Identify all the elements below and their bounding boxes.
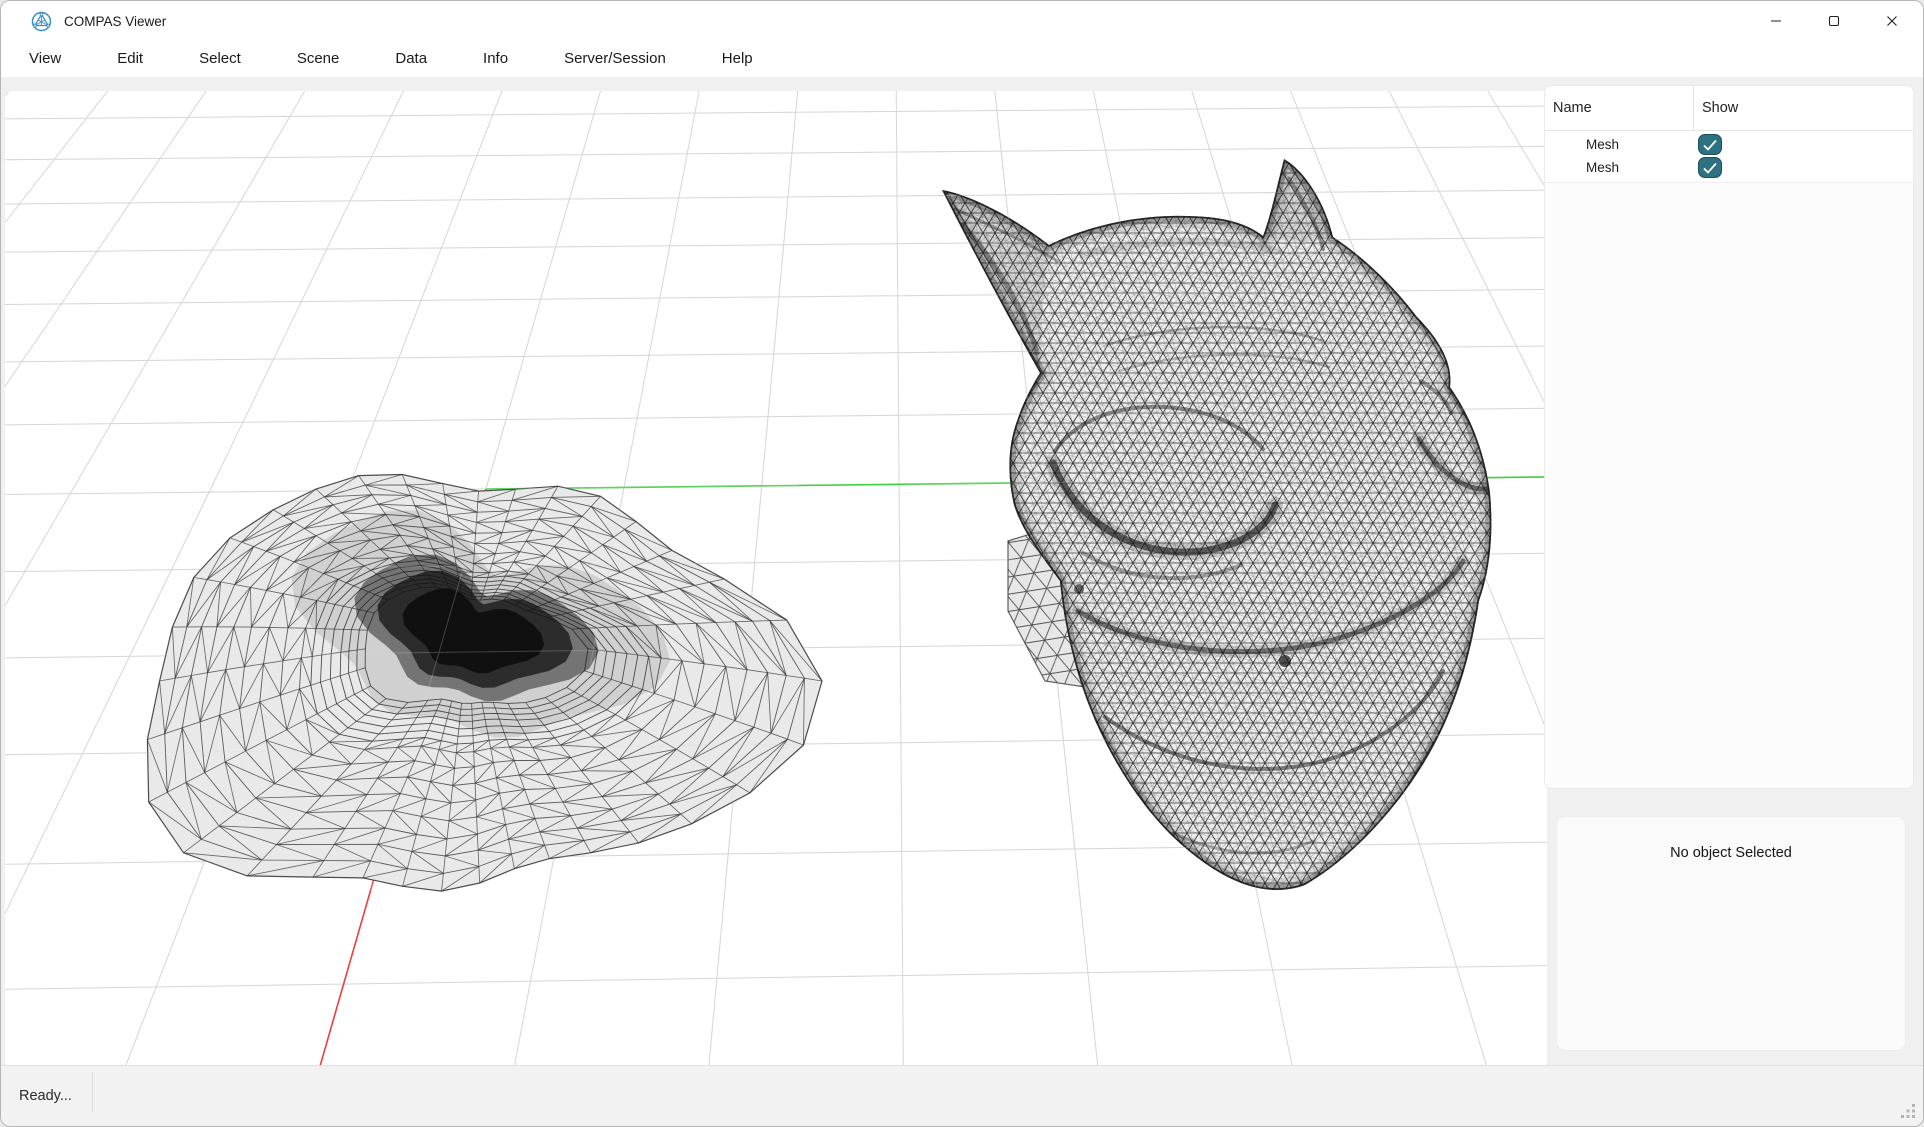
scene-tree-header: Name Show [1545,86,1913,131]
window-title: COMPAS Viewer [64,14,166,29]
column-header-show[interactable]: Show [1694,86,1913,130]
show-checkbox[interactable] [1698,157,1722,178]
menu-info[interactable]: Info [455,41,536,77]
menu-scene[interactable]: Scene [269,41,368,77]
menu-help[interactable]: Help [694,41,781,77]
status-bar: Ready... [1,1065,1923,1126]
viewport-3d[interactable] [5,91,1547,1067]
scene-tree-panel: Name Show Mesh Mesh [1544,85,1914,789]
column-header-name[interactable]: Name [1545,86,1694,130]
mesh-row-label[interactable]: Mesh [1545,160,1694,175]
menu-data[interactable]: Data [367,41,455,77]
check-icon [1701,138,1719,152]
viewport-scene [5,91,1547,1067]
scene-tree-rows: Mesh Mesh [1545,131,1913,183]
menu-select[interactable]: Select [171,41,269,77]
menu-edit[interactable]: Edit [89,41,171,77]
status-message: Ready... [19,1088,72,1104]
mesh-row-label[interactable]: Mesh [1545,137,1694,152]
title-bar[interactable]: COMPAS Viewer [1,1,1923,41]
maximize-icon [1828,15,1840,27]
resize-grip[interactable] [1901,1104,1916,1119]
compas-logo-icon [30,10,53,33]
close-icon [1886,15,1898,27]
status-separator [92,1072,93,1112]
object-inspector-panel: No object Selected [1556,816,1906,1051]
minimize-icon [1770,15,1782,27]
table-row[interactable]: Mesh [1545,133,1913,156]
minimize-button[interactable] [1747,1,1805,41]
menu-server-session[interactable]: Server/Session [536,41,694,77]
no-selection-message: No object Selected [1557,845,1905,861]
table-row[interactable]: Mesh [1545,156,1913,179]
menu-view[interactable]: View [1,41,89,77]
menu-bar: View Edit Select Scene Data Info Server/… [1,41,1923,77]
close-button[interactable] [1863,1,1921,41]
window-controls [1747,1,1921,41]
app-window: COMPAS Viewer View Edit Select Scene Dat… [0,0,1924,1127]
main-content: Name Show Mesh Mesh [1,77,1923,1067]
check-icon [1701,161,1719,175]
show-checkbox[interactable] [1698,134,1722,155]
maximize-button[interactable] [1805,1,1863,41]
